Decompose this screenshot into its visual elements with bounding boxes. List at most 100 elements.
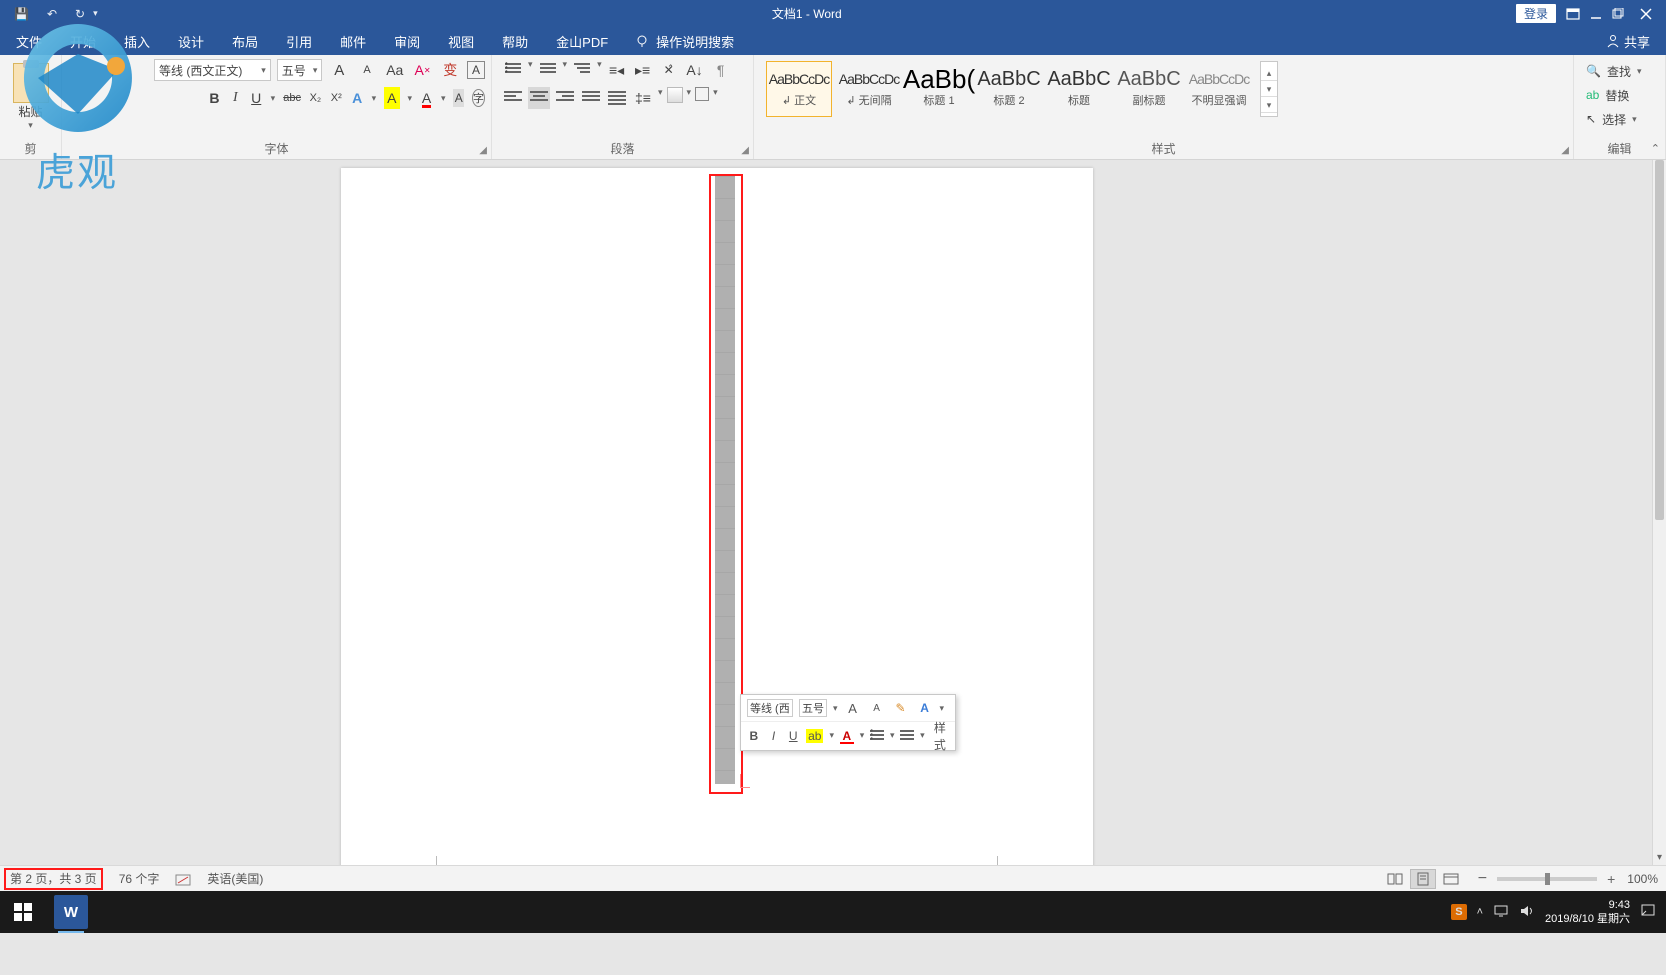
vertical-scrollbar[interactable]: ▴ ▾ bbox=[1652, 160, 1666, 865]
justify-button[interactable] bbox=[580, 87, 602, 109]
tray-volume-icon[interactable] bbox=[1519, 904, 1535, 921]
paste-button[interactable]: 粘贴 ▾ bbox=[6, 59, 55, 131]
mini-numbering[interactable] bbox=[900, 730, 914, 742]
superscript-button[interactable]: X² bbox=[330, 87, 343, 109]
mini-underline[interactable]: U bbox=[786, 729, 800, 743]
styles-gallery-more[interactable]: ▴▾▾ bbox=[1260, 61, 1278, 117]
font-name-combo[interactable]: 等线 (西文正文)▾ bbox=[154, 59, 271, 81]
qat-undo-icon[interactable]: ↶ bbox=[47, 7, 57, 21]
underline-button[interactable]: U bbox=[250, 87, 263, 109]
tab-references[interactable]: 引用 bbox=[272, 27, 326, 55]
tab-file[interactable]: 文件 bbox=[0, 27, 56, 55]
tab-jinshan-pdf[interactable]: 金山PDF bbox=[542, 27, 622, 55]
close-button[interactable] bbox=[1634, 7, 1658, 21]
mini-bold[interactable]: B bbox=[747, 729, 761, 743]
zoom-out-button[interactable]: − bbox=[1478, 870, 1487, 888]
minimize-button[interactable] bbox=[1590, 7, 1602, 21]
mini-size-combo[interactable]: 五号 bbox=[799, 699, 827, 717]
align-center-button[interactable] bbox=[528, 87, 550, 109]
change-case-button[interactable]: Aa bbox=[384, 59, 406, 81]
char-shading-button[interactable]: A bbox=[453, 89, 464, 107]
paragraph-dialog-launcher[interactable]: ◢ bbox=[741, 145, 749, 156]
tray-sogou-icon[interactable]: S bbox=[1451, 904, 1466, 920]
align-left-button[interactable] bbox=[502, 87, 524, 109]
mini-clear-format[interactable]: A bbox=[916, 701, 934, 715]
style-normal[interactable]: AaBbCcDc↲ 正文 bbox=[766, 61, 832, 117]
sort-button[interactable]: A↓ bbox=[684, 59, 706, 81]
mini-styles[interactable]: 样式 bbox=[931, 719, 949, 753]
taskbar-clock[interactable]: 9:43 2019/8/10 星期六 bbox=[1545, 898, 1630, 927]
asian-layout-button[interactable]: ✕̂ bbox=[658, 59, 680, 81]
replace-button[interactable]: ab替换 bbox=[1586, 83, 1659, 107]
tab-home[interactable]: 开始 bbox=[56, 27, 110, 55]
view-print-layout[interactable] bbox=[1410, 869, 1436, 889]
bullets-button[interactable] bbox=[502, 59, 524, 81]
mini-font-combo[interactable]: 等线 (西 bbox=[747, 699, 793, 717]
login-button[interactable]: 登录 bbox=[1516, 4, 1556, 23]
zoom-level[interactable]: 100% bbox=[1627, 872, 1658, 886]
strikethrough-button[interactable]: abc bbox=[283, 87, 301, 109]
mini-font-color[interactable]: A bbox=[840, 729, 854, 743]
shading-button[interactable] bbox=[667, 87, 683, 103]
style-subtitle[interactable]: AaBbC副标题 bbox=[1116, 61, 1182, 117]
highlight-button[interactable]: A bbox=[384, 87, 399, 109]
mini-shrink-font[interactable]: A bbox=[868, 703, 886, 714]
grow-font-button[interactable]: A bbox=[328, 59, 350, 81]
decrease-indent-button[interactable]: ≡◂ bbox=[606, 59, 628, 81]
numbering-button[interactable] bbox=[537, 59, 559, 81]
status-page[interactable]: 第 2 页，共 3 页 bbox=[4, 868, 103, 890]
mini-bullets[interactable] bbox=[870, 730, 884, 742]
scroll-down-arrow[interactable]: ▾ bbox=[1653, 851, 1666, 865]
scroll-thumb[interactable] bbox=[1655, 160, 1664, 520]
tab-help[interactable]: 帮助 bbox=[488, 27, 542, 55]
style-heading2[interactable]: AaBbC标题 2 bbox=[976, 61, 1042, 117]
mini-format-painter[interactable]: ✎ bbox=[892, 701, 910, 715]
enclose-char-button[interactable]: 字 bbox=[472, 89, 485, 107]
tray-network-icon[interactable] bbox=[1493, 904, 1509, 921]
style-subtle-emphasis[interactable]: AaBbCcDc不明显强调 bbox=[1186, 61, 1252, 117]
style-heading1[interactable]: AaBb(标题 1 bbox=[906, 61, 972, 117]
tab-review[interactable]: 审阅 bbox=[380, 27, 434, 55]
clear-format-button[interactable]: A✕ bbox=[412, 59, 434, 81]
font-color-button[interactable]: A bbox=[420, 87, 433, 109]
shrink-font-button[interactable]: A bbox=[356, 59, 378, 81]
tab-insert[interactable]: 插入 bbox=[110, 27, 164, 55]
select-button[interactable]: ↖选择 ▾ bbox=[1586, 107, 1659, 131]
qat-customize-icon[interactable]: ▾ bbox=[93, 8, 98, 19]
subscript-button[interactable]: X₂ bbox=[309, 87, 322, 109]
styles-dialog-launcher[interactable]: ◢ bbox=[1561, 145, 1569, 156]
tray-chevron-icon[interactable]: ˄ bbox=[1477, 906, 1483, 918]
mini-italic[interactable]: I bbox=[767, 729, 781, 743]
show-marks-button[interactable]: ¶ bbox=[710, 59, 732, 81]
status-word-count[interactable]: 76 个字 bbox=[119, 870, 160, 887]
distribute-button[interactable] bbox=[606, 87, 628, 109]
taskbar-word[interactable]: W bbox=[46, 891, 92, 933]
tab-layout[interactable]: 布局 bbox=[218, 27, 272, 55]
view-web-layout[interactable] bbox=[1438, 869, 1464, 889]
borders-button[interactable] bbox=[695, 87, 709, 101]
phonetic-guide-button[interactable]: 变 bbox=[439, 59, 461, 81]
ribbon-display-icon[interactable] bbox=[1566, 7, 1580, 21]
mini-grow-font[interactable]: A bbox=[844, 701, 862, 716]
status-language[interactable]: 英语(美国) bbox=[207, 870, 263, 887]
bold-button[interactable]: B bbox=[208, 87, 221, 109]
italic-button[interactable]: I bbox=[229, 87, 242, 109]
find-button[interactable]: 🔍查找 ▾ bbox=[1586, 59, 1659, 83]
collapse-ribbon-button[interactable]: ⌃ bbox=[1651, 142, 1660, 155]
mini-highlight[interactable]: ab bbox=[806, 729, 823, 743]
multilevel-list-button[interactable] bbox=[571, 59, 593, 81]
increase-indent-button[interactable]: ▸≡ bbox=[632, 59, 654, 81]
document-area[interactable]: 等线 (西 五号 ▾ A A ✎ A▾ B I U ab▾ A▾ ▾ ▾ 样式 bbox=[0, 160, 1652, 865]
text-effects-button[interactable]: A bbox=[351, 87, 364, 109]
maximize-button[interactable] bbox=[1612, 7, 1624, 21]
qat-save-icon[interactable]: 💾 bbox=[14, 7, 29, 21]
qat-redo-icon[interactable]: ↻ bbox=[75, 7, 85, 21]
align-right-button[interactable] bbox=[554, 87, 576, 109]
tab-design[interactable]: 设计 bbox=[164, 27, 218, 55]
zoom-in-button[interactable]: + bbox=[1607, 871, 1615, 887]
tab-view[interactable]: 视图 bbox=[434, 27, 488, 55]
tab-mailings[interactable]: 邮件 bbox=[326, 27, 380, 55]
tray-notifications-icon[interactable] bbox=[1640, 903, 1656, 922]
page-1[interactable] bbox=[341, 168, 1093, 865]
view-read-mode[interactable] bbox=[1382, 869, 1408, 889]
